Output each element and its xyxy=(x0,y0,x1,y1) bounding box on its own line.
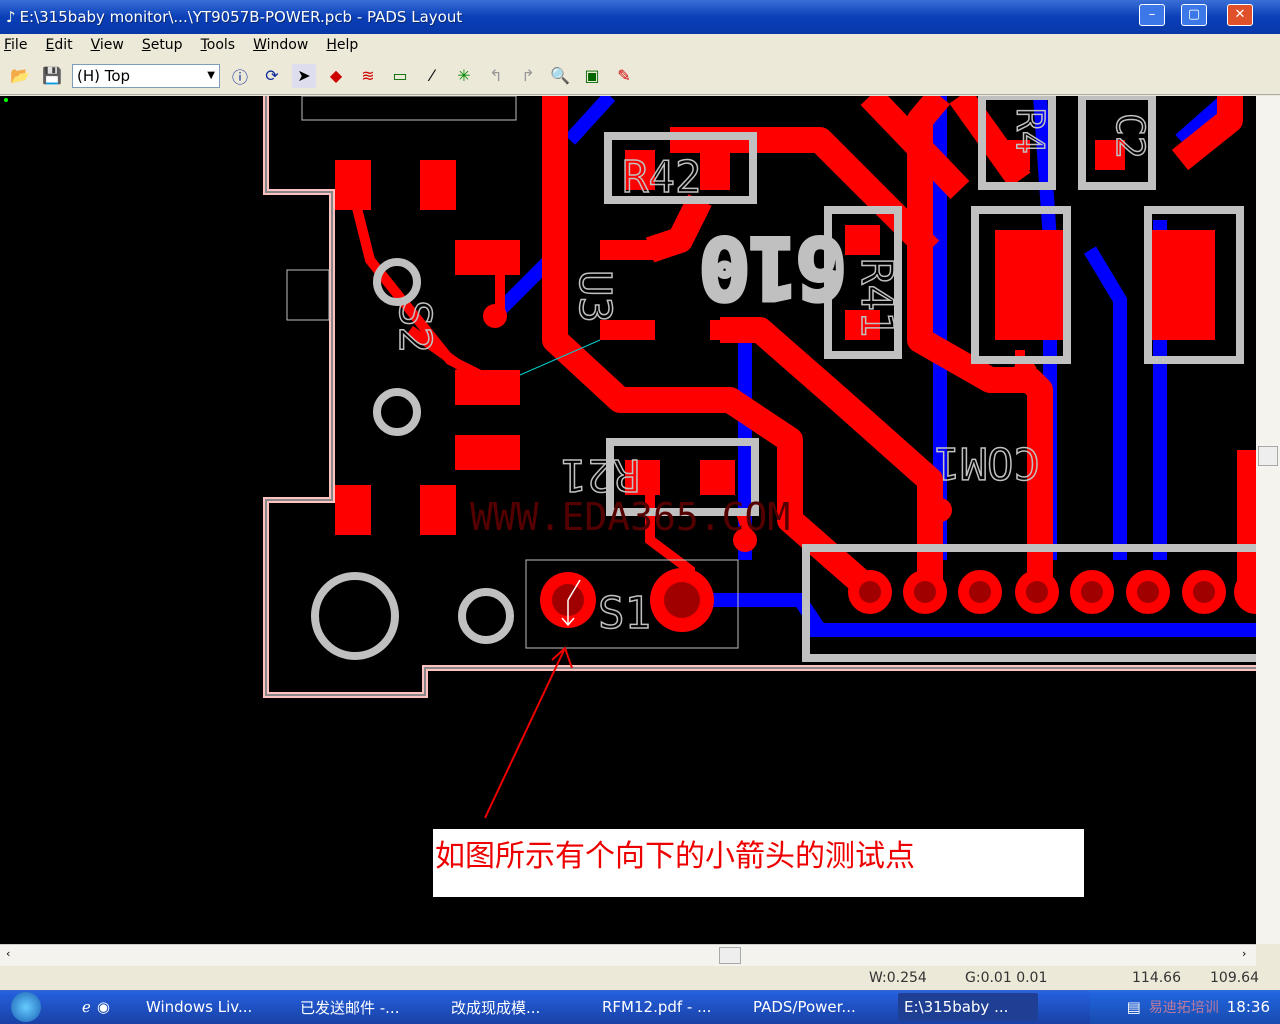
task-pads-power[interactable]: PADS/Power... xyxy=(747,993,892,1021)
maximize-button[interactable]: ▢ xyxy=(1181,4,1207,26)
save-icon[interactable]: 💾 xyxy=(40,64,64,88)
horizontal-scrollbar[interactable]: ‹ › xyxy=(0,944,1256,966)
task-label: RFM12.pdf - ... xyxy=(601,998,712,1016)
task-label: E:\315baby ... xyxy=(903,998,1009,1016)
line-icon[interactable]: ⁄ xyxy=(420,64,444,88)
status-x: 114.66 xyxy=(1132,970,1181,986)
quicklaunch-icon[interactable]: ◉ xyxy=(97,998,110,1016)
taskbar: ℯ ◉ Windows Liv... 已发送邮件 -... 改成现成模... R… xyxy=(0,990,1280,1024)
window-title: E:\315baby monitor\...\YT9057B-POWER.pcb… xyxy=(19,8,463,26)
scroll-left-icon[interactable]: ‹ xyxy=(6,947,10,960)
scroll-thumb[interactable] xyxy=(1258,446,1278,466)
scroll-right-icon[interactable]: › xyxy=(1242,947,1246,960)
task-label: PADS/Power... xyxy=(752,998,856,1016)
task-label: 已发送邮件 -... xyxy=(299,998,400,1017)
cluster-icon[interactable]: ✳ xyxy=(452,64,476,88)
label-r4: R4 xyxy=(1008,108,1052,154)
info-icon[interactable]: ⓘ xyxy=(228,64,252,88)
status-bar: W:0.254 G:0.01 0.01 114.66 109.64 xyxy=(0,966,1280,990)
menu-window[interactable]: Window xyxy=(253,37,308,53)
layer-value: (H) Top xyxy=(77,66,131,85)
select-arrow-icon[interactable]: ➤ xyxy=(292,63,316,88)
title-bar: ♪ E:\315baby monitor\...\YT9057B-POWER.p… xyxy=(0,0,1280,34)
open-icon[interactable]: 📂 xyxy=(8,64,32,88)
task-sent-mail[interactable]: 已发送邮件 -... xyxy=(294,993,439,1021)
label-com1: COM1 xyxy=(934,437,1040,488)
vertical-scrollbar[interactable] xyxy=(1256,96,1280,944)
app-icon: ♪ xyxy=(6,8,16,26)
board-icon[interactable]: ▣ xyxy=(580,64,604,88)
toolbar: 📂 💾 (H) Top ▼ ⓘ ⟳ ➤ ◆ ≋ ▭ ⁄ ✳ ↰ ↱ 🔍 ▣ ✎ xyxy=(0,57,1280,95)
annotation-note: 如图所示有个向下的小箭头的测试点 xyxy=(433,829,1084,897)
ie-icon[interactable]: ℯ xyxy=(82,998,91,1016)
tray-watermark: 易迪拓培训 xyxy=(1148,1000,1219,1016)
close-button[interactable]: ✕ xyxy=(1227,4,1253,26)
task-label: Windows Liv... xyxy=(145,998,253,1016)
menu-bar: File Edit View Setup Tools Window Help xyxy=(0,34,1280,56)
label-r42: R42 xyxy=(622,152,701,203)
status-grid: G:0.01 0.01 xyxy=(965,970,1048,986)
label-s1: S1 xyxy=(598,588,651,639)
eco-icon[interactable]: ✎ xyxy=(612,64,636,88)
refresh-icon[interactable]: ⟳ xyxy=(260,64,284,88)
redo-icon[interactable]: ↱ xyxy=(516,64,540,88)
menu-edit[interactable]: Edit xyxy=(45,37,72,53)
status-y: 109.64 xyxy=(1210,970,1259,986)
menu-tools[interactable]: Tools xyxy=(201,37,236,53)
pcb-canvas[interactable]: R42 R21 COM1 S1 U3 S2 R41 R4 C2 610 WWW.… xyxy=(0,96,1256,944)
annotation-arrow xyxy=(484,646,573,819)
start-button[interactable] xyxy=(0,990,52,1024)
label-s2: S2 xyxy=(389,300,440,353)
task-label: 改成现成模... xyxy=(450,998,541,1017)
route-icon[interactable]: ≋ xyxy=(356,64,380,88)
clock[interactable]: 18:36 xyxy=(1227,998,1270,1016)
chevron-down-icon: ▼ xyxy=(207,70,215,81)
zoom-icon[interactable]: 🔍 xyxy=(548,64,572,88)
task-rfm12-pdf[interactable]: RFM12.pdf - ... xyxy=(596,993,741,1021)
label-r21: R21 xyxy=(561,449,640,500)
undo-icon[interactable]: ↰ xyxy=(484,64,508,88)
tray-icon[interactable]: ▤ xyxy=(1127,998,1141,1016)
label-r41: R41 xyxy=(851,258,902,337)
label-u3: U3 xyxy=(569,270,620,323)
status-width: W:0.254 xyxy=(869,970,927,986)
menu-file[interactable]: File xyxy=(4,37,27,53)
minimize-button[interactable]: – xyxy=(1139,4,1165,26)
task-folder[interactable]: 改成现成模... xyxy=(445,993,590,1021)
task-pads-layout[interactable]: E:\315baby ... xyxy=(897,993,1038,1021)
component-icon[interactable]: ◆ xyxy=(324,64,348,88)
label-610: 610 xyxy=(701,221,846,314)
menu-help[interactable]: Help xyxy=(326,37,358,53)
system-tray: ▤ 易迪拓培训 18:36 xyxy=(1090,990,1280,1024)
menu-setup[interactable]: Setup xyxy=(142,37,183,53)
layer-select[interactable]: (H) Top ▼ xyxy=(72,63,220,88)
dimension-icon[interactable]: ▭ xyxy=(388,64,412,88)
pcb-drawing: R42 R21 COM1 S1 U3 S2 R41 R4 C2 610 WWW.… xyxy=(4,96,1256,819)
menu-view[interactable]: View xyxy=(91,37,124,53)
label-c2: C2 xyxy=(1108,113,1152,159)
watermark: WWW.EDA365.COM xyxy=(470,495,790,539)
scroll-thumb[interactable] xyxy=(719,947,741,964)
task-windows-live[interactable]: Windows Liv... xyxy=(140,993,288,1021)
